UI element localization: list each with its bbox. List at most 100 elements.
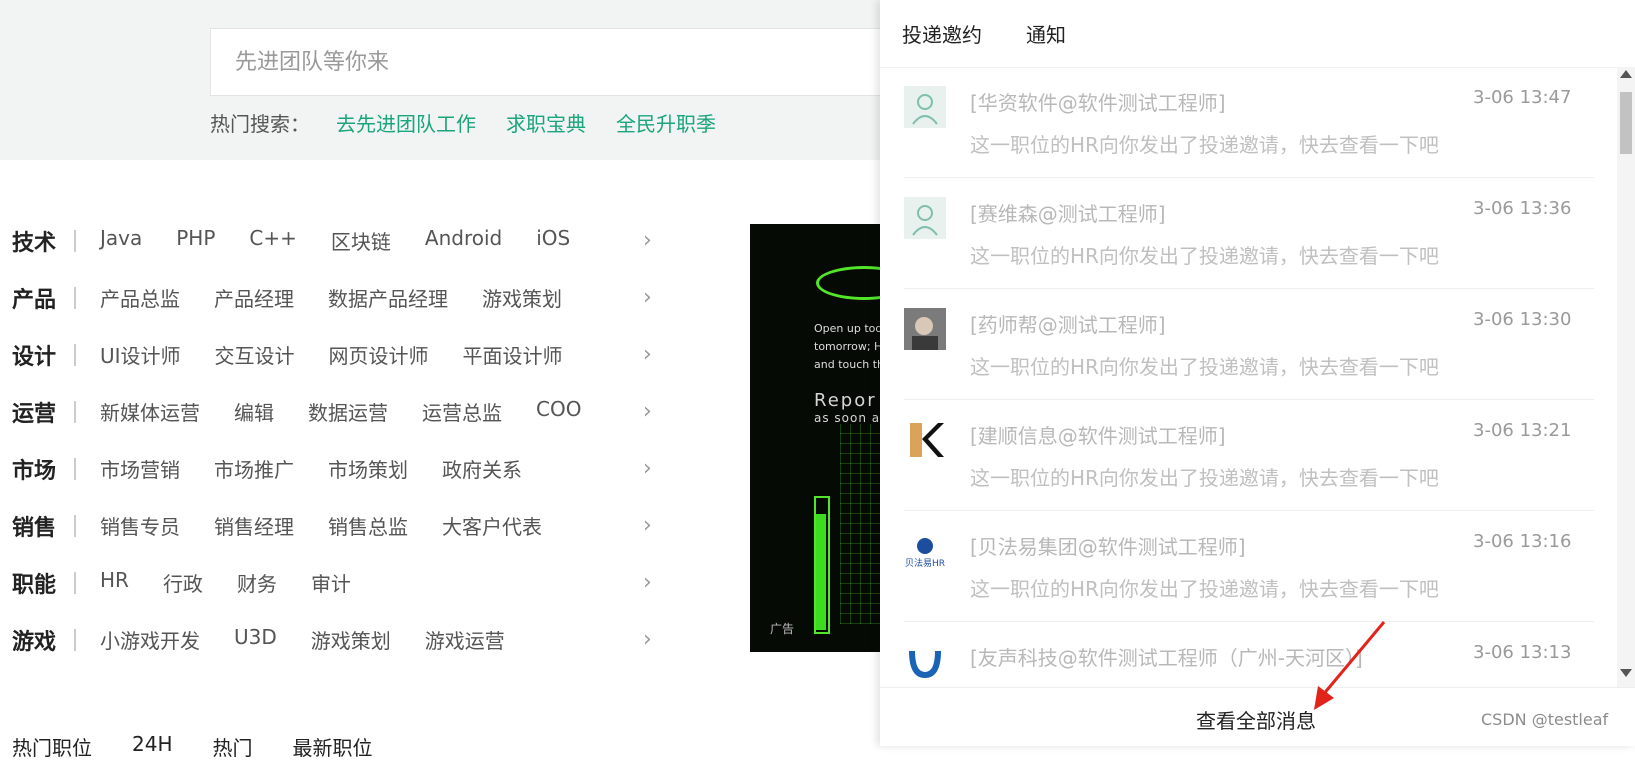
hot-link[interactable]: 去先进团队工作	[336, 108, 476, 137]
message-item[interactable]: [建顺信息@软件测试工程师] 3-06 13:21 这一职位的HR向你发出了投递邀请…	[904, 400, 1594, 511]
category-link[interactable]: 数据产品经理	[328, 283, 448, 312]
category-link[interactable]: 区块链	[331, 226, 391, 255]
scroll-up-icon[interactable]	[1620, 70, 1632, 78]
bottom-tabs: 热门职位 24H 热门 最新职位	[12, 732, 373, 761]
message-title[interactable]: [友声科技@软件测试工程师（广州-天河区）]	[970, 642, 1363, 671]
category-link[interactable]: Java	[100, 226, 142, 255]
category-link[interactable]: 财务	[237, 568, 277, 597]
category-link[interactable]: PHP	[176, 226, 215, 255]
category-link[interactable]: 数据运营	[308, 397, 388, 426]
category-divider	[74, 628, 76, 651]
hot-search-row: 热门搜索： 去先进团队工作 求职宝典 全民升职季	[210, 108, 716, 137]
scrollbar[interactable]	[1617, 67, 1635, 687]
category-link[interactable]: 审计	[311, 568, 351, 597]
category-link[interactable]: 运营总监	[422, 397, 502, 426]
ad-banner[interactable]: Open up tod tomorrow; H and touch th Rep…	[750, 224, 900, 652]
message-title[interactable]: [贝法易集团@软件测试工程师]	[970, 531, 1246, 560]
message-item[interactable]: [药师帮@测试工程师] 3-06 13:30 这一职位的HR向你发出了投递邀请，快去…	[904, 289, 1594, 400]
category-link[interactable]: 网页设计师	[329, 340, 429, 369]
scroll-down-icon[interactable]	[1620, 669, 1632, 677]
category-link[interactable]: C++	[249, 226, 296, 255]
chevron-right-icon[interactable]: ›	[643, 570, 652, 595]
chevron-right-icon[interactable]: ›	[643, 342, 652, 367]
message-item[interactable]: 贝法易HR [贝法易集团@软件测试工程师] 3-06 13:16 这一职位的HR向你发…	[904, 511, 1594, 622]
tab-latest[interactable]: 最新职位	[293, 732, 373, 761]
category-row: 市场 市场营销 市场推广 市场策划 政府关系 ›	[12, 440, 652, 497]
ad-headline: Repor as soon a	[814, 390, 881, 425]
svg-text:贝法易HR: 贝法易HR	[905, 557, 945, 569]
hot-link[interactable]: 全民升职季	[616, 108, 716, 137]
category-link[interactable]: 游戏运营	[425, 625, 505, 654]
scroll-thumb[interactable]	[1620, 92, 1632, 154]
company-avatar-icon	[904, 197, 946, 239]
category-link[interactable]: 政府关系	[442, 454, 522, 483]
category-link[interactable]: 市场营销	[100, 454, 180, 483]
chevron-right-icon[interactable]: ›	[643, 399, 652, 424]
message-item[interactable]: [友声科技@软件测试工程师（广州-天河区）] 3-06 13:13	[904, 622, 1594, 687]
category-link[interactable]: HR	[100, 568, 129, 597]
category-name: 产品	[12, 287, 57, 313]
message-panel: 投递邀约 通知 [华资软件@软件测试工程师] 3-06 13:47 这一职位的HR向…	[880, 0, 1635, 746]
message-desc: 这一职位的HR向你发出了投递邀请，快去查看一下吧	[970, 466, 1439, 490]
hot-search-label: 热门搜索：	[210, 112, 310, 136]
category-name: 运营	[12, 401, 57, 427]
chevron-right-icon[interactable]: ›	[643, 228, 652, 253]
chevron-right-icon[interactable]: ›	[643, 627, 652, 652]
category-link[interactable]: 交互设计	[215, 340, 295, 369]
category-link[interactable]: 编辑	[234, 397, 274, 426]
tab-24h[interactable]: 24H	[132, 732, 173, 761]
view-all-messages-link[interactable]: 查看全部消息	[1196, 705, 1316, 734]
category-link[interactable]: COO	[536, 397, 581, 426]
category-link[interactable]: Android	[425, 226, 502, 255]
category-row: 技术 Java PHP C++ 区块链 Android iOS ›	[12, 212, 652, 269]
chevron-right-icon[interactable]: ›	[643, 285, 652, 310]
company-avatar-icon	[904, 308, 946, 350]
category-name: 技术	[12, 230, 57, 256]
category-link[interactable]: 小游戏开发	[100, 625, 200, 654]
message-item[interactable]: [赛维森@测试工程师] 3-06 13:36 这一职位的HR向你发出了投递邀请，快去…	[904, 178, 1594, 289]
message-title[interactable]: [华资软件@软件测试工程师]	[970, 87, 1226, 116]
message-time: 3-06 13:21	[1473, 420, 1572, 441]
category-link[interactable]: 游戏策划	[311, 625, 391, 654]
category-link[interactable]: 产品经理	[214, 283, 294, 312]
category-items: 销售专员 销售经理 销售总监 大客户代表	[100, 511, 635, 540]
search-input[interactable]	[211, 29, 909, 95]
category-name: 设计	[12, 344, 57, 370]
category-link[interactable]: 大客户代表	[442, 511, 542, 540]
category-link[interactable]: 销售专员	[100, 511, 180, 540]
category-link[interactable]: 行政	[163, 568, 203, 597]
message-desc: 这一职位的HR向你发出了投递邀请，快去查看一下吧	[970, 355, 1439, 379]
category-link[interactable]: 销售经理	[214, 511, 294, 540]
category-link[interactable]: 市场策划	[328, 454, 408, 483]
message-title[interactable]: [建顺信息@软件测试工程师]	[970, 420, 1226, 449]
category-link[interactable]: 产品总监	[100, 283, 180, 312]
category-divider	[74, 286, 76, 309]
category-link[interactable]: 市场推广	[214, 454, 294, 483]
category-link[interactable]: UI设计师	[100, 340, 181, 369]
tab-notifications[interactable]: 通知	[1026, 19, 1066, 48]
hot-link[interactable]: 求职宝典	[506, 108, 586, 137]
message-title[interactable]: [药师帮@测试工程师]	[970, 309, 1166, 338]
chevron-right-icon[interactable]: ›	[643, 456, 652, 481]
message-time: 3-06 13:47	[1473, 87, 1572, 108]
ad-tag: 广告	[770, 622, 795, 636]
category-link[interactable]: 销售总监	[328, 511, 408, 540]
company-avatar-icon	[904, 419, 946, 461]
tab-invitations[interactable]: 投递邀约	[902, 19, 982, 48]
search-box[interactable]	[210, 28, 910, 96]
panel-footer: 查看全部消息 CSDN @testleaf	[880, 621, 1635, 747]
category-link[interactable]: iOS	[536, 226, 570, 255]
category-items: 产品总监 产品经理 数据产品经理 游戏策划	[100, 283, 635, 312]
chevron-right-icon[interactable]: ›	[643, 513, 652, 538]
category-items: HR 行政 财务 审计	[100, 568, 635, 597]
tab-hot-jobs[interactable]: 热门职位	[12, 732, 92, 761]
category-link[interactable]: 新媒体运营	[100, 397, 200, 426]
message-item[interactable]: [华资软件@软件测试工程师] 3-06 13:47 这一职位的HR向你发出了投递邀请…	[904, 67, 1594, 178]
category-name: 销售	[12, 515, 57, 541]
category-link[interactable]: 游戏策划	[482, 283, 562, 312]
category-divider	[74, 343, 76, 366]
message-title[interactable]: [赛维森@测试工程师]	[970, 198, 1166, 227]
category-link[interactable]: U3D	[234, 625, 277, 654]
tab-hot[interactable]: 热门	[213, 732, 253, 761]
category-link[interactable]: 平面设计师	[463, 340, 563, 369]
